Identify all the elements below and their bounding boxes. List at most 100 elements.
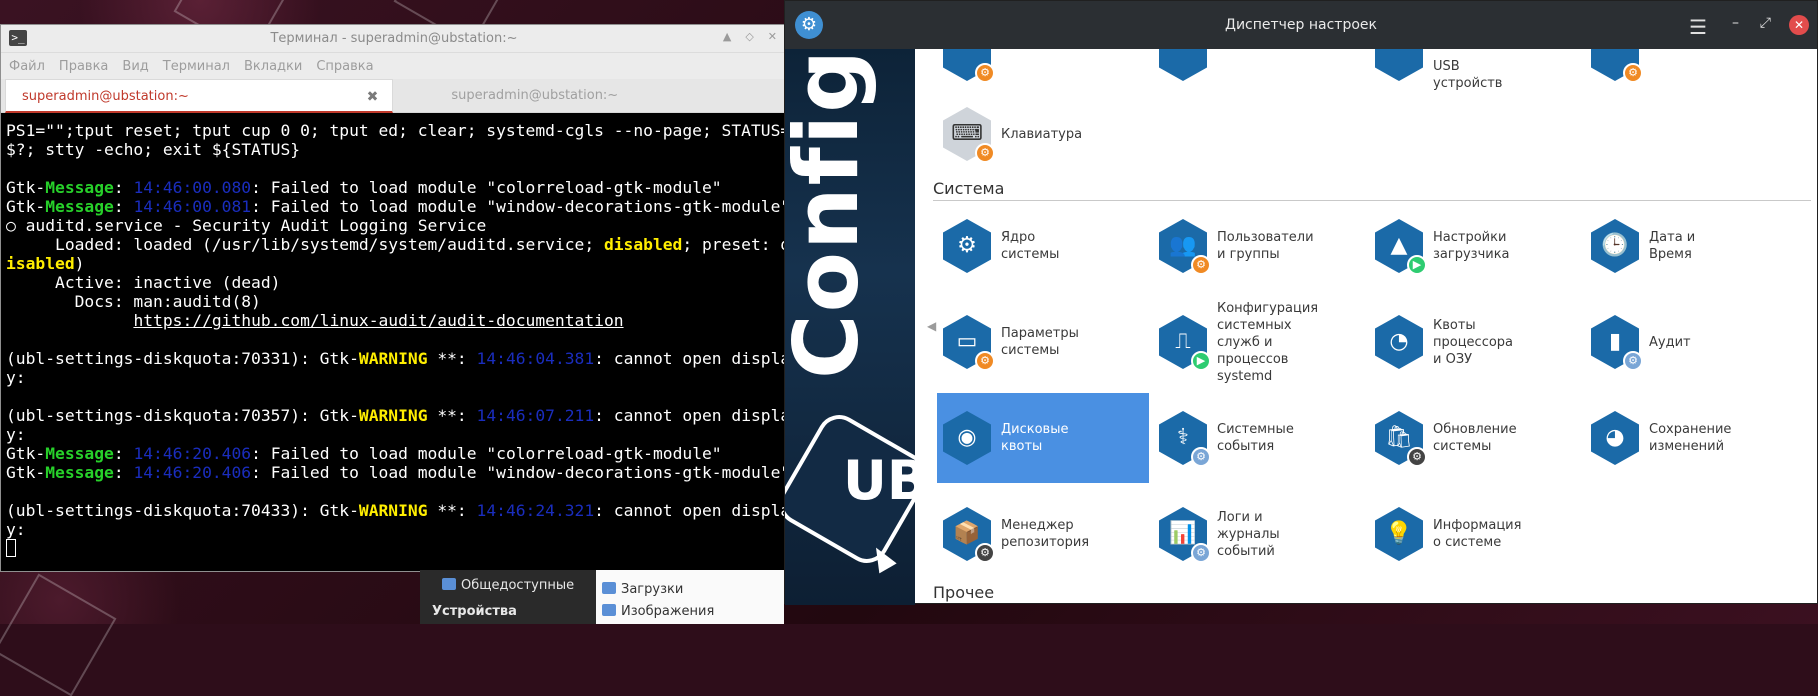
tile-label: USB устройств — [1433, 59, 1503, 91]
terminal-line: Gtk-Message **: : 14:46:00.080: Failed t… — [6, 178, 722, 197]
maximize-icon[interactable]: ⤢ — [1760, 15, 1771, 31]
tile-cpu-quota[interactable]: ◔ Квоты процессора и ОЗУ — [1369, 297, 1581, 387]
tile-partial[interactable] — [1153, 49, 1365, 99]
terminal-line: y: — [6, 425, 26, 444]
tile-save-changes[interactable]: ◕ Сохранение изменений — [1585, 393, 1797, 483]
tile-label: Дата и Время — [1649, 230, 1696, 262]
tab-close-icon[interactable]: ✖ — [367, 80, 379, 114]
terminal-line: (ubl-settings-diskquota:70357): Gtk-WARN… — [6, 406, 787, 425]
terminal-line: ○ auditd.service - Security Audit Loggin… — [6, 216, 487, 235]
tile-systemd-config[interactable]: ⎍ ▶ Конфигурация системных служб и процес… — [1153, 297, 1365, 387]
terminal-line: Active: inactive (dead) — [6, 273, 281, 292]
tile-label: Менеджер репозитория — [1001, 518, 1090, 550]
tile-date-time[interactable]: 🕒 Дата и Время — [1585, 201, 1797, 291]
tile-system-info[interactable]: 💡 Информация о системе — [1369, 489, 1581, 579]
keyboard-icon: ⌨ ⚙ — [943, 107, 995, 163]
terminal-titlebar[interactable]: >_ Терминал - superadmin@ubstation:~ ▲ ◇… — [1, 25, 787, 53]
kernel-gear-icon: ⚙ — [943, 219, 993, 273]
terminal-tab-active[interactable]: superadmin@ubstation:~ ✖ — [5, 79, 394, 114]
terminal-cursor — [6, 539, 16, 557]
tile-disk-quota[interactable]: ◉ Дисковые квоты — [937, 393, 1149, 483]
terminal-line: isabled) — [6, 254, 85, 273]
settings-manager-window: ⚙ Диспетчер настроек ☰ – ⤢ ✕ Config UB ◀… — [784, 0, 1818, 605]
tile-label: Информация о системе — [1433, 518, 1522, 550]
menu-terminal[interactable]: Терминал — [163, 59, 230, 74]
tile-label: Клавиатура — [1001, 126, 1083, 142]
tile-system-params[interactable]: ▭ ⚙ Параметры системы — [937, 297, 1149, 387]
menu-file[interactable]: Файл — [9, 59, 45, 74]
terminal-title: Терминал - superadmin@ubstation:~ — [270, 31, 518, 46]
close-icon[interactable]: ✕ — [1789, 15, 1809, 35]
logs-icon: 📊 ⚙ — [1159, 507, 1211, 563]
tile-logs[interactable]: 📊 ⚙ Логи и журналы событий — [1153, 489, 1365, 579]
users-icon: 👥 ⚙ — [1159, 219, 1211, 275]
menu-view[interactable]: Вид — [122, 59, 148, 74]
tile-label: Дисковые квоты — [1001, 422, 1069, 454]
banner-text: Config — [785, 49, 878, 379]
section-title-system: Система — [933, 179, 1005, 198]
tile-label: Сохранение изменений — [1649, 422, 1732, 454]
tile-users-groups[interactable]: 👥 ⚙ Пользователи и группы — [1153, 201, 1365, 291]
settings-header[interactable]: ⚙ Диспетчер настроек ☰ – ⤢ ✕ — [785, 1, 1817, 49]
tile-label: Параметры системы — [1001, 326, 1079, 358]
terminal-line: $?; stty -echo; exit ${STATUS} — [6, 140, 301, 159]
terminal-tab-bar: superadmin@ubstation:~ ✖ superadmin@ubst… — [1, 79, 787, 113]
menu-edit[interactable]: Правка — [59, 59, 108, 74]
menu-help[interactable]: Справка — [316, 59, 373, 74]
tile-partial[interactable]: ⚙ — [1585, 49, 1797, 99]
tab-label: superadmin@ubstation:~ — [22, 89, 189, 104]
list-item-images[interactable]: Изображения — [602, 604, 714, 619]
tile-audit[interactable]: ▮ ⚙ Аудит — [1585, 297, 1797, 387]
close-icon[interactable]: ✕ — [768, 30, 777, 43]
terminal-line: (ubl-settings-diskquota:70331): Gtk-WARN… — [6, 349, 787, 368]
info-icon: 💡 — [1375, 507, 1425, 561]
tile-bootloader[interactable]: ▲ ▶ Настройки загрузчика — [1369, 201, 1581, 291]
terminal-output[interactable]: PS1="";tput reset; tput cup 0 0; tput ed… — [1, 113, 787, 571]
events-icon: ⚕ ⚙ — [1159, 411, 1211, 467]
terminal-window-controls: ▲ ◇ ✕ — [723, 30, 777, 43]
tile-label: Обновление системы — [1433, 422, 1517, 454]
tile-repo-manager[interactable]: 📦 ⚙ Менеджер репозитория — [937, 489, 1149, 579]
terminal-line — [6, 539, 787, 558]
minimize-icon[interactable]: ▲ — [723, 30, 731, 43]
settings-title: Диспетчер настроек — [1225, 17, 1377, 33]
doc-link[interactable]: https://github.com/linux-audit/audit-doc… — [133, 311, 623, 330]
tile-label: Логи и журналы событий — [1217, 509, 1280, 559]
folder-icon — [602, 582, 616, 594]
terminal-line: (ubl-settings-diskquota:70433): Gtk-WARN… — [6, 501, 787, 520]
system-params-icon: ▭ ⚙ — [943, 315, 995, 371]
terminal-line: https://github.com/linux-audit/audit-doc… — [6, 311, 787, 330]
menu-tabs[interactable]: Вкладки — [244, 59, 302, 74]
banner-ub-text: UB — [843, 449, 915, 512]
tab-label: superadmin@ubstation:~ — [451, 88, 619, 103]
tile-usb-devices[interactable]: USB устройств — [1369, 49, 1581, 99]
terminal-window: >_ Терминал - superadmin@ubstation:~ ▲ ◇… — [0, 24, 788, 572]
tile-label: Системные события — [1217, 422, 1294, 454]
terminal-tab-inactive[interactable]: superadmin@ubstation:~ — [393, 79, 787, 113]
save-icon: ◕ — [1591, 411, 1641, 465]
tile-system-events[interactable]: ⚕ ⚙ Системные события — [1153, 393, 1365, 483]
file-manager-list: Загрузки Изображения — [596, 570, 784, 624]
sidebar-heading-devices: Устройства — [432, 604, 517, 619]
terminal-line: y: — [6, 520, 26, 539]
hamburger-icon[interactable]: ☰ — [1689, 15, 1707, 39]
tile-system-update[interactable]: 🛍 ⚙ Обновление системы — [1369, 393, 1581, 483]
tile-keyboard[interactable]: ⌨ ⚙ Клавиатура — [937, 89, 1149, 179]
audit-icon: ▮ ⚙ — [1591, 315, 1643, 371]
tile-label: Аудит — [1649, 334, 1691, 350]
section-title-other: Прочее — [933, 583, 995, 602]
bootloader-icon: ▲ ▶ — [1375, 219, 1427, 275]
restore-icon[interactable]: ◇ — [745, 30, 753, 43]
cpu-quota-icon: ◔ — [1375, 315, 1425, 369]
sidebar-item-public[interactable]: Общедоступные — [442, 578, 574, 593]
tile-kernel[interactable]: ⚙ Ядро системы — [937, 201, 1149, 291]
disk-quota-icon: ◉ — [943, 411, 993, 465]
repo-icon: 📦 ⚙ — [943, 507, 995, 563]
tile-label: Квоты процессора и ОЗУ — [1433, 317, 1514, 367]
list-item-downloads[interactable]: Загрузки — [602, 582, 683, 597]
tile-label: Конфигурация системных служб и процессов… — [1217, 300, 1319, 384]
minimize-icon[interactable]: – — [1732, 15, 1739, 31]
